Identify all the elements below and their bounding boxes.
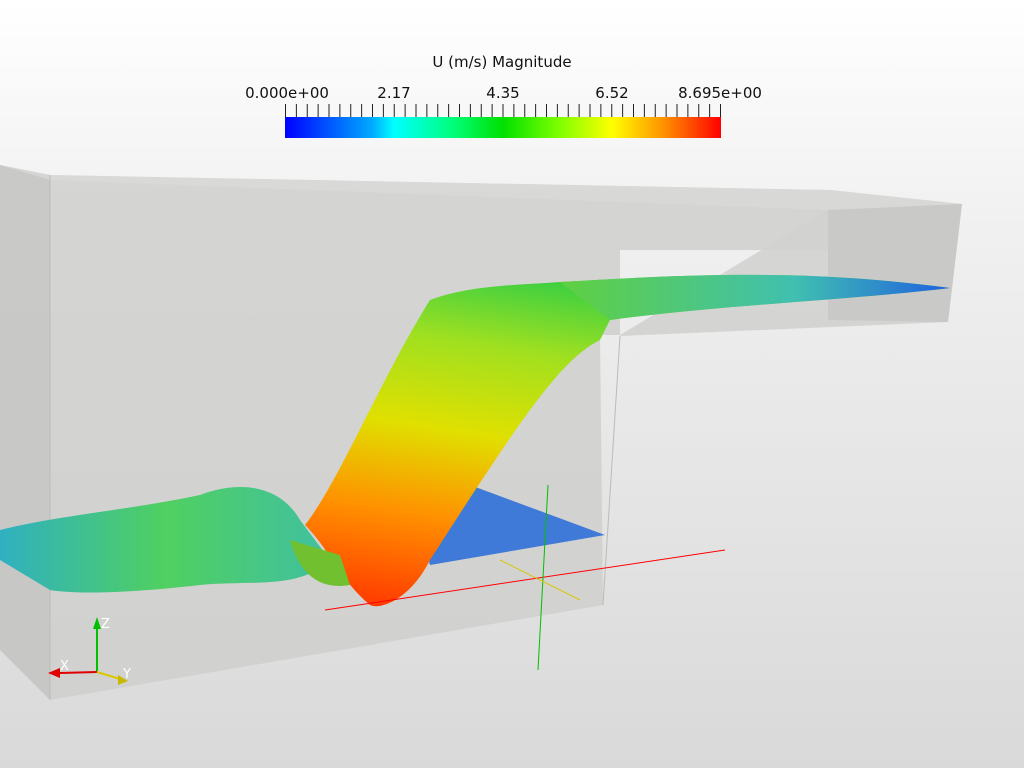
colorbar-label-min: 0.000e+00 <box>245 84 329 102</box>
colorbar-label: 2.17 <box>377 84 411 102</box>
colorbar-label-max: 8.695e+00 <box>678 84 762 102</box>
y-axis-label: Y <box>122 667 131 682</box>
colorbar-label: 6.52 <box>595 84 629 102</box>
colorbar <box>285 117 721 138</box>
colorbar-title: U (m/s) Magnitude <box>432 53 572 71</box>
colorbar-label: 4.35 <box>486 84 520 102</box>
z-axis-label: Z <box>101 617 110 632</box>
x-axis-label: X <box>60 659 69 674</box>
